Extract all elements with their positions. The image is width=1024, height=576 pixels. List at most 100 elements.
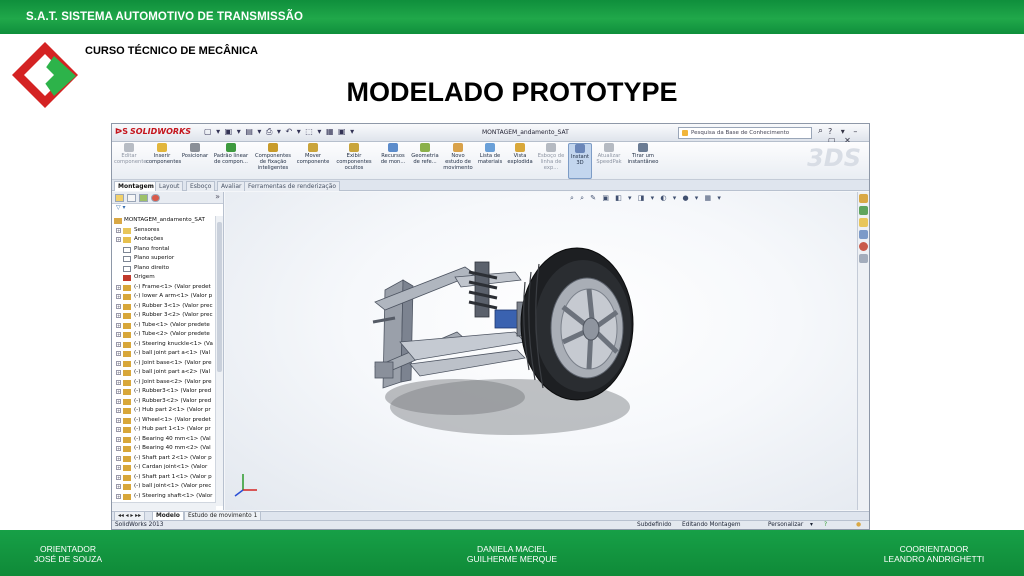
custom-properties-icon[interactable] — [859, 254, 868, 263]
tab-esbo-o[interactable]: Esboço — [186, 181, 216, 191]
tree-item[interactable]: + (-) Tube<1> (Valor predete — [112, 321, 216, 331]
tree-item[interactable]: + (-) Hub part 2<1> (Valor pr — [112, 406, 216, 416]
expand-icon[interactable]: + — [116, 436, 121, 442]
expand-icon[interactable]: + — [116, 360, 121, 366]
expand-icon[interactable]: + — [116, 284, 121, 290]
tree-item[interactable]: + Anotações — [112, 235, 216, 245]
expand-icon[interactable]: + — [116, 493, 121, 499]
command-smart-fasteners-button[interactable]: Componentes de fixação inteligentes — [252, 143, 294, 179]
configuration-manager-tab-icon[interactable] — [139, 194, 148, 202]
design-library-icon[interactable] — [859, 206, 868, 215]
expand-icon[interactable]: + — [116, 294, 121, 299]
feature-tree-hscrollbar[interactable] — [112, 502, 216, 510]
expand-icon[interactable]: + — [116, 417, 121, 423]
expand-icon[interactable]: + — [116, 370, 121, 375]
tree-item-label: (-) Hub part 1<1> (Valor pr — [134, 426, 211, 432]
expand-icon[interactable]: + — [116, 322, 121, 328]
tree-item[interactable]: + (-) Bearing 40 mm<1> (Val — [112, 435, 216, 445]
expand-icon[interactable]: + — [116, 408, 121, 413]
tree-item[interactable]: + (-) Hub part 1<1> (Valor pr — [112, 425, 216, 435]
property-manager-tab-icon[interactable] — [127, 194, 136, 202]
tree-item[interactable]: + (-) Shaft part 1<1> (Valor p — [112, 473, 216, 483]
tree-item[interactable]: Plano superior — [112, 254, 216, 264]
command-explode-line-sketch-button[interactable]: Esboço de linha de exp... — [536, 143, 566, 179]
expand-icon[interactable]: + — [116, 484, 121, 489]
tree-item[interactable]: + (-) Joint base<1> (Valor pre — [112, 359, 216, 369]
tree-item[interactable]: + (-) ball joint part a<2> (Val — [112, 368, 216, 378]
tree-item[interactable]: + (-) Steering knuckle<1> (Va — [112, 340, 216, 350]
command-exploded-view-button[interactable]: Vista explodida — [506, 143, 534, 179]
tree-item[interactable]: + (-) Tube<2> (Valor predete — [112, 330, 216, 340]
expand-icon[interactable]: + — [116, 313, 121, 318]
command-motion-study-button[interactable]: Novo estudo de movimento — [442, 143, 474, 179]
tree-item[interactable]: + (-) Rubber 3<2> (Valor prec — [112, 311, 216, 321]
expand-panel-icon[interactable]: » — [215, 192, 220, 201]
expand-icon[interactable]: + — [116, 351, 121, 356]
tree-item[interactable]: Plano frontal — [112, 245, 216, 255]
tree-item[interactable]: + (-) Rubber 3<1> (Valor prec — [112, 302, 216, 312]
expand-icon[interactable]: + — [116, 303, 121, 309]
command-snapshot-button[interactable]: Tirar um instantâneo — [626, 143, 660, 179]
expand-icon[interactable]: + — [116, 341, 121, 347]
expand-icon[interactable]: + — [116, 379, 121, 385]
command-insert-components-button[interactable]: Inserir componentes — [146, 143, 181, 179]
file-explorer-icon[interactable] — [859, 218, 868, 227]
tree-item[interactable]: + (-) Cardan joint<1> (Valor — [112, 463, 216, 473]
tree-item[interactable]: Origem — [112, 273, 216, 283]
knowledge-base-search-input[interactable]: Pesquisa da Base de Conhecimento — [678, 127, 812, 139]
expand-icon[interactable]: + — [116, 427, 121, 432]
expand-icon[interactable]: + — [116, 474, 121, 480]
expand-icon[interactable]: + — [116, 227, 121, 233]
expand-icon[interactable]: + — [116, 237, 121, 242]
command-assembly-features-button[interactable]: Recursos de mon... — [378, 143, 408, 179]
tree-item[interactable]: + Sensores — [112, 226, 216, 236]
rebuild-icon[interactable]: ● — [856, 521, 861, 529]
tree-item[interactable]: + (-) Rubber3<2> (Valor pred — [112, 397, 216, 407]
tree-item[interactable]: + (-) Rubber3<1> (Valor pred — [112, 387, 216, 397]
tree-item[interactable]: + (-) Wheel<1> (Valor predet — [112, 416, 216, 426]
filter-icon[interactable]: ▽ ▾ — [112, 204, 223, 214]
graphics-area[interactable]: ⌕ ⌕ ✎ ▣ ◧ ▾ ◨ ▾ ◐ ▾ ● ▾ ▦ ▾ — [225, 192, 857, 510]
expand-icon[interactable]: + — [116, 398, 121, 404]
sensors-icon — [123, 227, 131, 234]
tree-item[interactable]: + (-) Bearing 40 mm<2> (Val — [112, 444, 216, 454]
customize-menu[interactable]: Personalizar — [768, 521, 803, 529]
expand-icon[interactable]: + — [116, 446, 121, 451]
tree-item[interactable]: + (-) ball joint part a<1> (Val — [112, 349, 216, 359]
tab-layout[interactable]: Layout — [155, 181, 184, 191]
quick-access-toolbar[interactable]: ▢ ▾ ▣ ▾ ▤ ▾ ⎙ ▾ ↶ ▾ ⬚ ▾ ▦ ▣ ▾ — [204, 127, 355, 137]
expand-icon[interactable]: + — [116, 455, 121, 461]
tab-ferramentas-de-renderiza-o[interactable]: Ferramentas de renderização — [244, 181, 341, 191]
feature-tree-scrollbar[interactable] — [215, 216, 223, 506]
help-icon[interactable]: ? — [824, 521, 827, 529]
expand-icon[interactable]: + — [116, 389, 121, 394]
command-speedpak-button[interactable]: Atualizar SpeedPak — [594, 143, 624, 179]
tree-item[interactable]: + (-) Shaft part 2<1> (Valor p — [112, 454, 216, 464]
command-reference-geometry-button[interactable]: Geometria de refe... — [410, 143, 440, 179]
appearances-icon[interactable] — [859, 242, 868, 251]
command-move-component-button[interactable]: Mover componente — [296, 143, 330, 179]
search-icon[interactable]: ⌕ — [818, 126, 823, 136]
command-linear-pattern-button[interactable]: Padrão linear de compon... — [212, 143, 250, 179]
tree-item[interactable]: + (-) lower A arm<1> (Valor p — [112, 292, 216, 302]
resources-icon[interactable] — [859, 194, 868, 203]
display-manager-tab-icon[interactable] — [151, 194, 160, 202]
customize-menu-chevron-icon[interactable]: ▾ — [810, 521, 813, 529]
command-show-hidden-button[interactable]: Exibir componentes ocultos — [332, 143, 376, 179]
feature-tree-tab-icon[interactable] — [115, 194, 124, 202]
tree-item[interactable]: + (-) Joint base<2> (Valor pre — [112, 378, 216, 388]
command-instant3d-button[interactable]: Instant 3D — [568, 143, 592, 179]
tree-item[interactable]: + (-) Frame<1> (Valor predet — [112, 283, 216, 293]
expand-icon[interactable]: + — [116, 465, 121, 470]
tree-item[interactable]: Plano direito — [112, 264, 216, 274]
view-palette-icon[interactable] — [859, 230, 868, 239]
command-mate-button[interactable]: Posicionar — [180, 143, 210, 179]
tab-avaliar[interactable]: Avaliar — [217, 181, 246, 191]
tree-root[interactable]: MONTAGEM_andamento_SAT — [112, 216, 216, 226]
command-edit-component-button[interactable]: Editar componente — [114, 143, 147, 179]
tree-item[interactable]: + (-) Steering shaft<1> (Valor — [112, 492, 216, 502]
tab-montagem[interactable]: Montagem — [114, 181, 158, 191]
tree-item[interactable]: + (-) ball joint<1> (Valor prec — [112, 482, 216, 492]
command-bill-of-materials-button[interactable]: Lista de materiais — [476, 143, 504, 179]
expand-icon[interactable]: + — [116, 332, 121, 337]
